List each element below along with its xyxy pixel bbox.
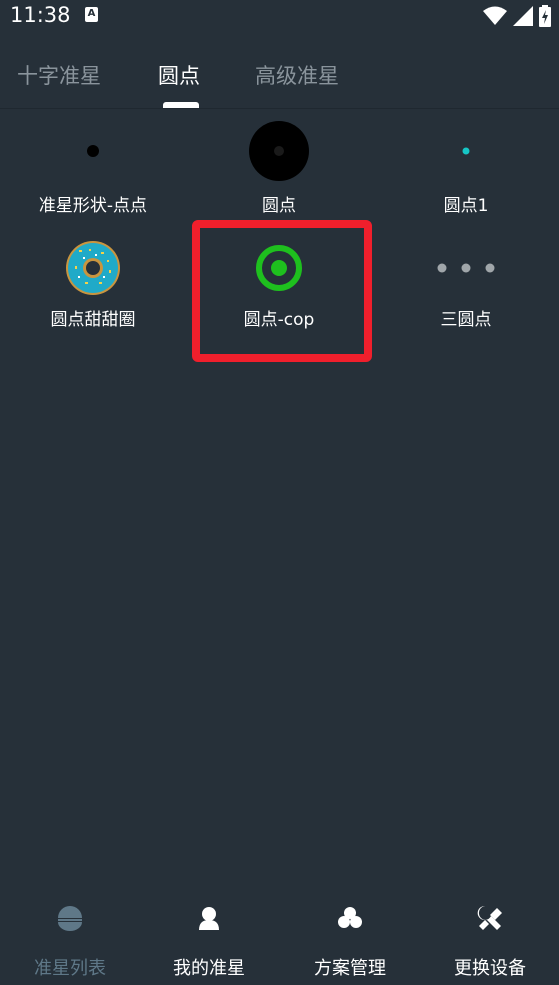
three-dots-icon	[437, 263, 495, 273]
battery-icon	[539, 5, 551, 27]
crosshair-item[interactable]: 圆点甜甜圈	[0, 235, 186, 335]
crosshair-item[interactable]: 三圆点	[373, 235, 559, 335]
wifi-icon	[483, 6, 507, 25]
crosshair-list-icon	[58, 906, 82, 931]
nav-my-crosshair[interactable]: 我的准星	[139, 890, 279, 985]
crosshair-item[interactable]: 圆点	[186, 115, 372, 216]
tab-bar: 十字准星 圆点 高级准星	[0, 40, 559, 109]
signal-icon	[513, 6, 533, 26]
nav-label: 我的准星	[173, 958, 245, 979]
donut-icon	[66, 241, 120, 295]
user-icon	[199, 907, 219, 930]
status-icons	[483, 5, 551, 27]
crosshair-item[interactable]: 准星形状-点点	[0, 115, 186, 216]
item-label: 圆点甜甜圈	[50, 310, 136, 330]
large-black-circle-icon	[249, 121, 309, 181]
tab-advanced[interactable]: 高级准星	[255, 60, 339, 90]
notification-icon: A	[85, 7, 98, 22]
item-label: 圆点1	[443, 196, 489, 216]
status-time: 11:38	[10, 3, 71, 27]
tab-indicator	[163, 102, 199, 108]
nav-change-device[interactable]: 更换设备	[420, 890, 559, 985]
selection-highlight	[192, 220, 372, 362]
nav-crosshair-list[interactable]: 准星列表	[0, 890, 140, 985]
crosshair-item[interactable]: 圆点1	[373, 115, 559, 216]
status-bar: 11:38 A	[0, 0, 559, 32]
nav-scheme-management[interactable]: 方案管理	[280, 890, 420, 985]
tab-dot[interactable]: 圆点	[158, 60, 200, 90]
item-label: 准星形状-点点	[38, 196, 148, 216]
item-label: 圆点	[262, 196, 296, 216]
item-label: 三圆点	[440, 310, 492, 330]
small-dot-icon	[87, 145, 99, 157]
bottom-nav: 准星列表 我的准星 方案管理 更换设备	[0, 890, 559, 985]
cluster-icon	[338, 907, 362, 928]
nav-label: 更换设备	[454, 958, 526, 979]
nav-label: 准星列表	[34, 958, 106, 979]
tools-icon	[477, 905, 502, 930]
nav-label: 方案管理	[314, 958, 386, 979]
cyan-dot-icon	[462, 147, 470, 155]
tab-crosshair[interactable]: 十字准星	[17, 60, 101, 90]
